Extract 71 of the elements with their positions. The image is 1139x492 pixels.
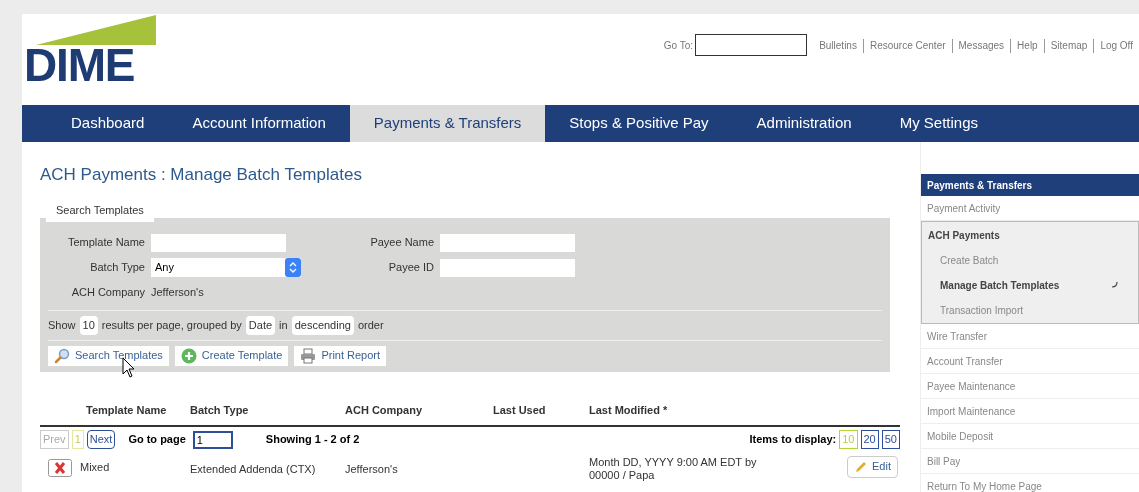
nav-tab[interactable]: Stops & Positive Pay	[545, 105, 733, 142]
batch-type-dropdown[interactable]: Any	[151, 258, 301, 277]
page-title: ACH Payments : Manage Batch Templates	[40, 164, 363, 186]
option-text: order	[357, 318, 384, 333]
option-dropdown[interactable]: descending	[291, 316, 354, 335]
goto-label: Go To:	[663, 39, 694, 53]
items-label: Items to display:	[749, 432, 837, 448]
column-header[interactable]: Template Name	[40, 402, 190, 419]
page-number-field[interactable]: 1	[192, 430, 233, 449]
field-label: Template Name	[66, 235, 145, 251]
sidebar-item[interactable]: Mobile Deposit	[921, 424, 1139, 449]
check-icon	[1112, 282, 1118, 288]
header-link[interactable]: Bulletins	[819, 38, 857, 53]
header-link[interactable]: Help	[1017, 38, 1038, 53]
chevron-updown-icon	[285, 258, 301, 277]
nav-tab[interactable]: Account Information	[168, 105, 350, 142]
plus-circle-icon	[180, 347, 197, 364]
logo-roof-icon	[36, 15, 156, 45]
nav-tab[interactable]: Administration	[732, 105, 876, 142]
field-label: Payee Name	[369, 235, 434, 251]
table-cell-text: Extended Addenda (CTX)	[190, 461, 317, 477]
option-text: results per page, grouped by	[101, 318, 242, 333]
printer-icon	[300, 347, 317, 364]
goto-page-label: Go to page	[128, 432, 186, 448]
panel-button[interactable]: Create Template	[174, 345, 289, 366]
text-field[interactable]	[440, 258, 575, 277]
option-dropdown[interactable]: 10	[79, 316, 98, 335]
pencil-icon	[854, 459, 869, 474]
sidebar-item[interactable]: Wire Transfer	[921, 324, 1139, 349]
column-header[interactable]: ACH Company	[345, 402, 493, 419]
option-text: in	[279, 318, 288, 333]
logo[interactable]: DIME	[24, 15, 156, 91]
sidebar-item[interactable]: Manage Batch Templates	[922, 273, 1138, 298]
delete-icon[interactable]	[48, 458, 72, 477]
sidebar-section-title[interactable]: ACH Payments	[922, 222, 1138, 248]
page-size-button[interactable]: 20	[860, 430, 879, 449]
goto-field[interactable]	[695, 34, 808, 56]
column-header[interactable]: Last Used	[493, 402, 589, 419]
header-link[interactable]: Resource Center	[869, 38, 946, 53]
header-link[interactable]: Messages	[958, 38, 1005, 53]
field-value: Jefferson's	[151, 285, 204, 301]
nav-tab[interactable]: Dashboard	[47, 105, 169, 142]
header-link[interactable]: Sitemap	[1050, 38, 1088, 53]
field-label: ACH Company	[70, 285, 145, 301]
column-header[interactable]: Batch Type	[190, 402, 345, 419]
sidebar-item[interactable]: Bill Pay	[921, 449, 1139, 474]
table-cell-text: Jefferson's	[345, 461, 399, 477]
sidebar-item[interactable]: Account Transfer	[921, 349, 1139, 374]
sidebar-item[interactable]: Return To My Home Page	[921, 474, 1139, 492]
field-label: Batch Type	[89, 260, 145, 276]
option-text: Show	[48, 318, 76, 333]
field-label: Payee ID	[387, 260, 434, 276]
sidebar-item[interactable]: Import Maintenance	[921, 399, 1139, 424]
page-size-button[interactable]: 50	[881, 430, 900, 449]
panel-button[interactable]: Print Report	[294, 345, 387, 366]
panel-button[interactable]: Search Templates	[48, 345, 169, 366]
column-header[interactable]: Last Modified *	[589, 402, 789, 419]
nav-tab[interactable]: My Settings	[875, 105, 1002, 142]
nav-tab[interactable]: Payments & Transfers	[349, 105, 546, 142]
header-link[interactable]: Log Off	[1100, 38, 1133, 53]
showing-count: Showing 1 - 2 of 2	[265, 432, 360, 448]
text-field[interactable]	[151, 233, 286, 252]
search-icon	[54, 347, 70, 364]
edit-button[interactable]: Edit	[847, 455, 898, 478]
next-button[interactable]: Next	[86, 430, 116, 449]
sidebar-title: Payments & Transfers	[921, 174, 1139, 196]
text-field[interactable]	[440, 233, 575, 252]
table-cell-text: Mixed	[80, 460, 110, 476]
sidebar-item[interactable]: Payee Maintenance	[921, 374, 1139, 399]
table-cell-text: Month DD, YYYY 9:00 AM EDT by 00000 / Papa	[589, 455, 758, 482]
option-dropdown[interactable]: Date	[245, 316, 276, 335]
